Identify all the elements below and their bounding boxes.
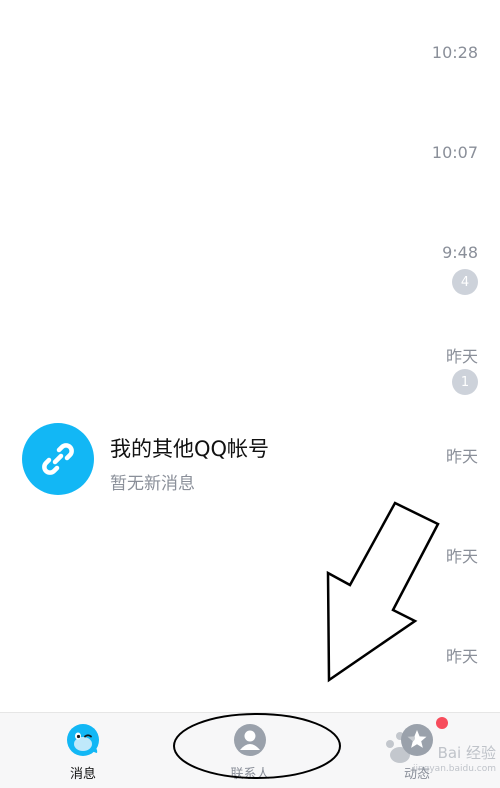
watermark-subtext: jingyan.baidu.com — [412, 764, 496, 774]
annotation-ellipse — [173, 713, 341, 779]
baidu-watermark: Bai 经验 jingyan.baidu.com — [378, 722, 496, 780]
watermark-text: Bai 经验 — [437, 744, 496, 762]
